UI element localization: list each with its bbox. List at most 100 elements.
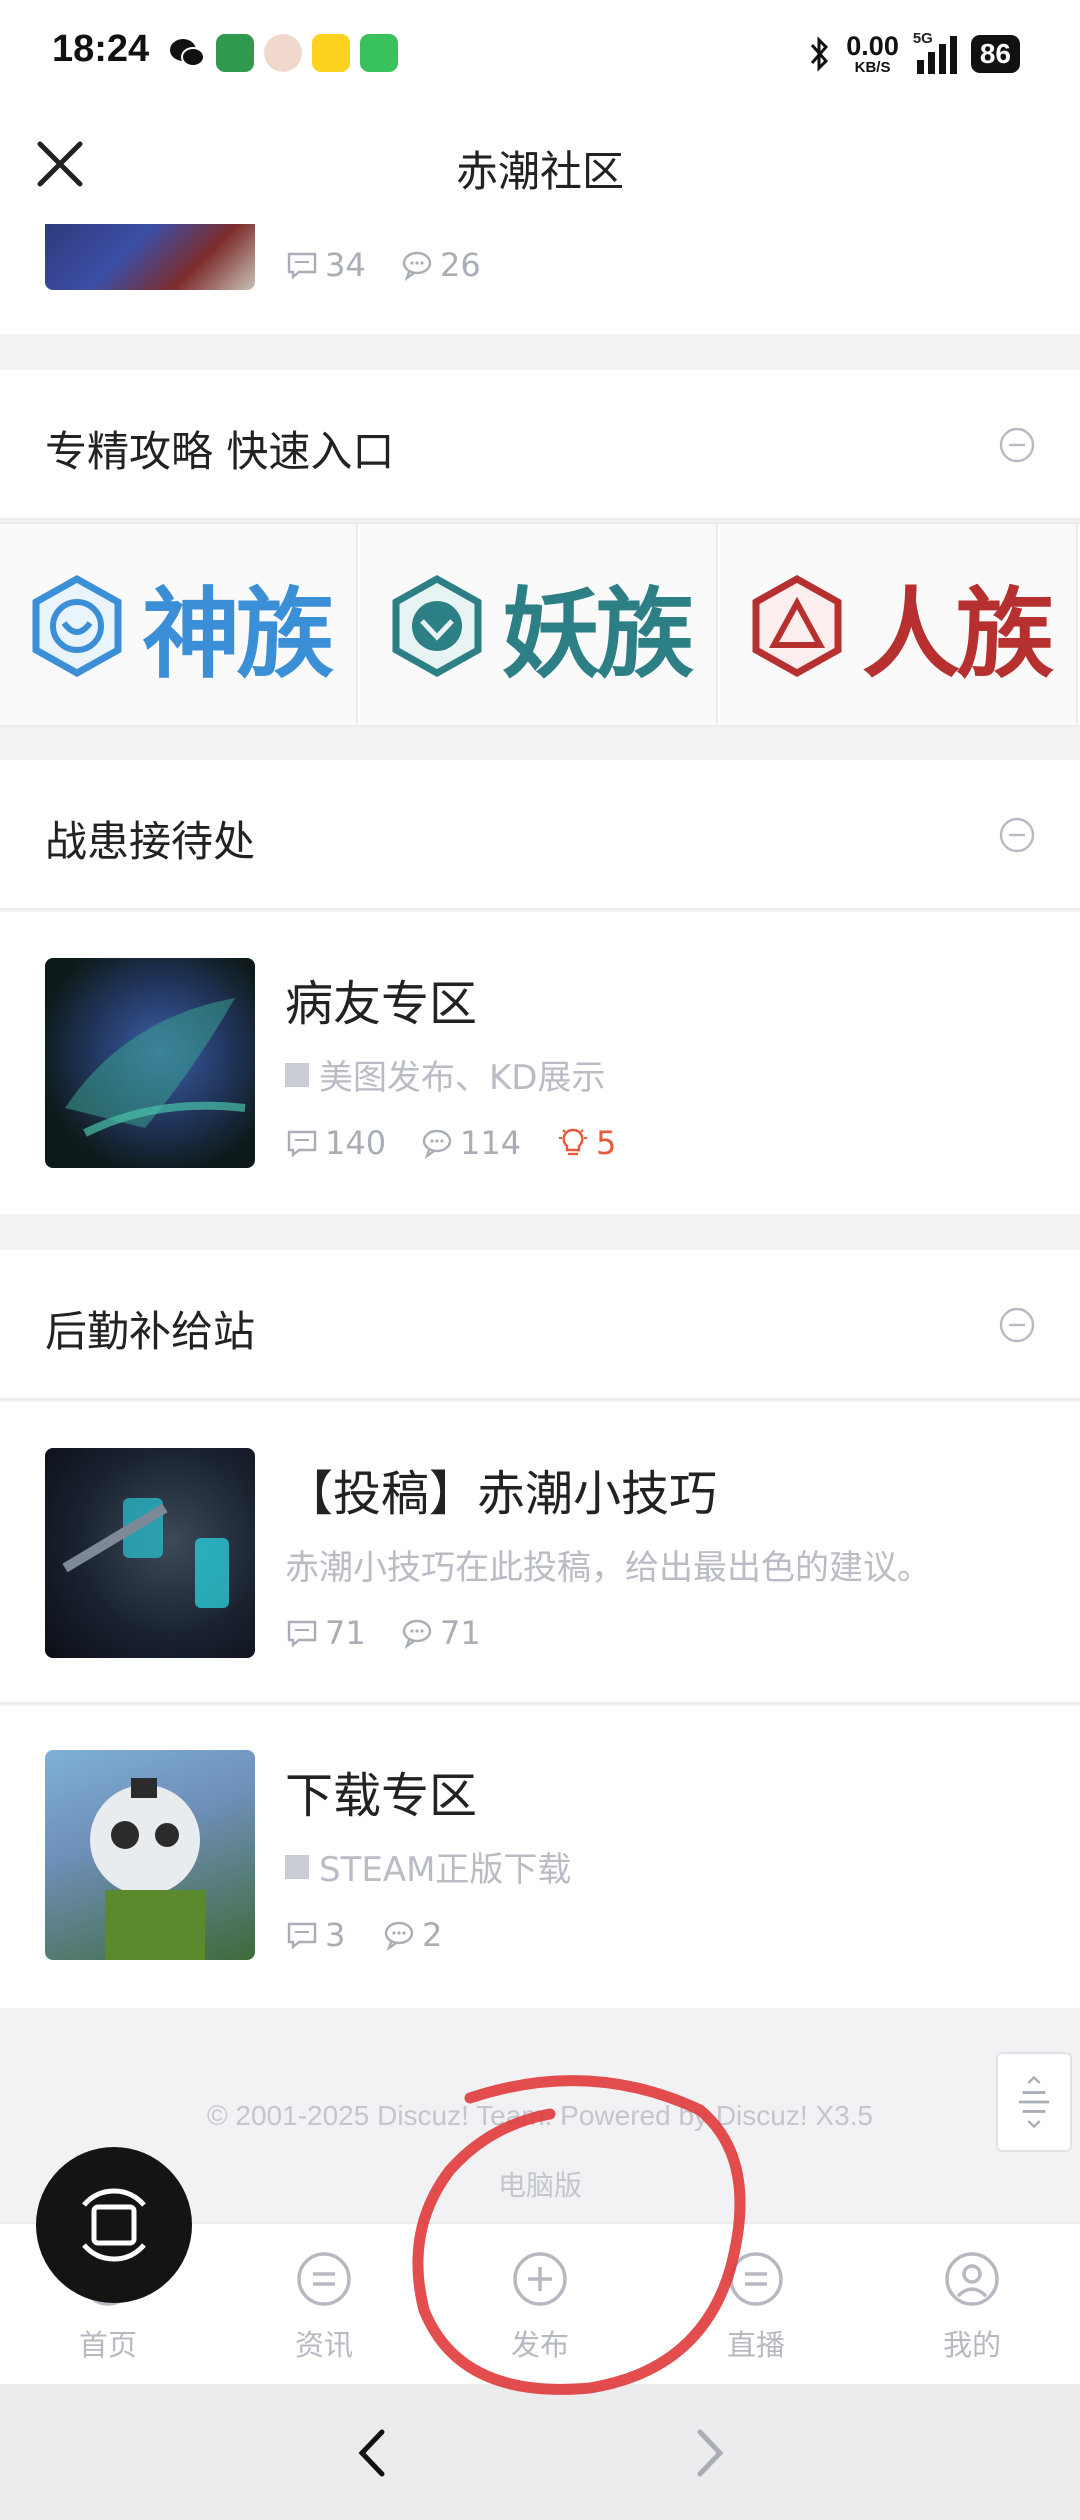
forum-thumbnail	[45, 958, 255, 1168]
section-title: 后勤补给站	[45, 1307, 256, 1356]
tab-news[interactable]: 资讯	[216, 2250, 432, 2364]
tab-label: 首页	[78, 2328, 137, 2362]
forum-row-bingyou[interactable]: 病友专区 美图发布、KD展示 140 114 5	[0, 912, 1080, 1214]
tab-publish[interactable]: 发布	[432, 2250, 648, 2364]
lightbulb-icon	[559, 1128, 587, 1156]
scroll-toggle-button[interactable]	[996, 2052, 1072, 2152]
switch-icon	[82, 2188, 146, 2262]
forum-description-text: 赤潮小技巧在此投稿，给出最出色的建议。	[285, 1548, 931, 1588]
forum-thumbnail	[45, 1750, 255, 1960]
bluetooth-icon	[811, 36, 829, 72]
comment-count-value: 26	[440, 246, 481, 284]
race-entry-yao[interactable]: 妖族	[360, 524, 718, 725]
forum-title: 【投稿】赤潮小技巧	[285, 1466, 718, 1522]
ren-emblem-icon	[752, 574, 842, 677]
race-label: 人族	[862, 577, 1054, 692]
tab-live[interactable]: 直播	[648, 2250, 864, 2364]
reply-icon	[287, 1130, 317, 1158]
reply-icon	[287, 252, 317, 280]
reply-count: 140	[285, 1124, 386, 1162]
section-title: 专精攻略 快速入口	[45, 427, 395, 476]
live-icon	[729, 2252, 783, 2306]
floating-switch-button[interactable]	[36, 2147, 192, 2303]
forward-arrow-icon[interactable]	[688, 2426, 732, 2480]
reply-count-value: 71	[325, 1614, 366, 1652]
reply-count: 34	[285, 246, 366, 284]
race-entry-shen[interactable]: 神族	[0, 524, 358, 725]
square-bullet-icon	[285, 1854, 309, 1879]
race-label: 神族	[142, 577, 334, 692]
comment-count: 2	[382, 1916, 442, 1954]
signal-icon: 5G	[913, 30, 957, 74]
nav-bar: 赤潮社区	[0, 108, 1080, 224]
browser-nav-bar	[0, 2384, 1080, 2520]
comment-count: 26	[400, 246, 481, 284]
square-bullet-icon	[285, 1062, 309, 1087]
reply-icon	[287, 1922, 317, 1950]
comment-count-value: 2	[422, 1916, 443, 1954]
comment-count-value: 114	[460, 1124, 522, 1162]
race-entry-ren[interactable]: 人族	[720, 524, 1078, 725]
footer-copyright: © 2001-2025 Discuz! Team. Powered by Dis…	[207, 2100, 873, 2131]
signal-label: 5G	[912, 30, 933, 47]
reply-count: 3	[285, 1916, 345, 1954]
add-circle-icon	[513, 2252, 567, 2306]
section-header-patients: 战患接待处	[0, 760, 1080, 910]
tab-label: 我的	[942, 2328, 1001, 2362]
news-icon	[297, 2252, 351, 2306]
comment-count-value: 71	[440, 1614, 481, 1652]
tab-label: 直播	[726, 2328, 785, 2362]
forum-title: 病友专区	[285, 976, 478, 1032]
section-header-supply: 后勤补给站	[0, 1250, 1080, 1400]
net-speed-unit: KB/S	[854, 59, 891, 76]
tab-label: 发布	[510, 2328, 569, 2362]
reply-count: 71	[285, 1614, 366, 1652]
forum-thumbnail	[45, 1448, 255, 1658]
collapse-icon[interactable]	[998, 816, 1036, 854]
comment-count: 71	[400, 1614, 481, 1652]
battery-indicator: 86	[970, 35, 1020, 73]
page-title: 赤潮社区	[455, 147, 624, 196]
status-right: 0.00 KB/S 5G 86	[808, 30, 1020, 78]
net-speed-value: 0.00	[846, 31, 899, 61]
forum-description: 赤潮小技巧在此投稿，给出最出色的建议。	[285, 1540, 931, 1589]
net-speed: 0.00 KB/S	[846, 31, 899, 76]
oppo-app-icon	[216, 34, 254, 72]
forum-title: 下载专区	[285, 1768, 478, 1824]
race-entry-strip: 神族 妖族 人族	[0, 522, 1080, 727]
collapse-icon[interactable]	[998, 426, 1036, 464]
status-time: 18:24	[52, 28, 150, 70]
status-bar: 18:24 0.00 KB/S 5G 86	[0, 0, 1080, 108]
forum-description-text: STEAM正版下载	[319, 1850, 572, 1890]
comment-icon	[384, 1921, 414, 1952]
message-app-icon	[360, 34, 398, 72]
comment-icon	[422, 1129, 452, 1160]
forum-description-text: 美图发布、KD展示	[319, 1058, 606, 1098]
shen-emblem-icon	[32, 574, 122, 677]
comment-icon	[402, 251, 432, 282]
meituan-icon	[312, 34, 350, 72]
race-label: 妖族	[502, 577, 694, 692]
avatar-app-icon	[264, 34, 302, 72]
collapse-icon[interactable]	[998, 1306, 1036, 1344]
tab-profile[interactable]: 我的	[864, 2250, 1080, 2364]
forum-description: 美图发布、KD展示	[285, 1050, 605, 1099]
forum-row-download[interactable]: 下载专区 STEAM正版下载 3 2	[0, 1706, 1080, 2008]
forum-thumbnail	[45, 224, 255, 290]
forum-description: STEAM正版下载	[285, 1842, 571, 1891]
tab-label: 资讯	[294, 2328, 353, 2362]
comment-icon	[402, 1619, 432, 1650]
back-arrow-icon[interactable]	[350, 2426, 394, 2480]
forum-row-tips[interactable]: 【投稿】赤潮小技巧 赤潮小技巧在此投稿，给出最出色的建议。 71 71	[0, 1402, 1080, 1704]
section-header-quick-entry: 专精攻略 快速入口	[0, 370, 1080, 520]
scroll-lines-icon	[1018, 2075, 1050, 2129]
yao-emblem-icon	[392, 574, 482, 677]
comment-count: 114	[420, 1124, 521, 1162]
reply-icon	[287, 1620, 317, 1648]
hot-count: 5	[556, 1124, 616, 1162]
profile-icon	[945, 2252, 999, 2306]
forum-row-partial[interactable]: 34 26	[0, 224, 1080, 334]
section-title: 战患接待处	[45, 817, 256, 866]
hot-count-value: 5	[596, 1124, 617, 1162]
reply-count-value: 34	[325, 246, 366, 284]
